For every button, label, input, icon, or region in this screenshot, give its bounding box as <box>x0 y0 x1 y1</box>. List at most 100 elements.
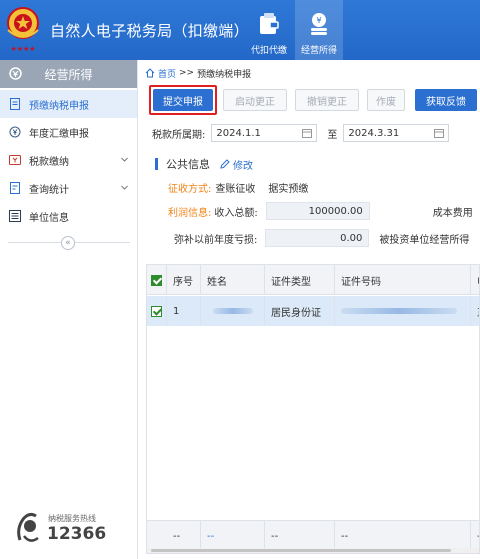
cell-name <box>201 296 265 326</box>
cell-id-type: 居民身份证 <box>265 296 335 326</box>
footer-cell: -- <box>201 521 265 551</box>
table-footer: -- -- -- -- -- <box>147 520 479 551</box>
loss-row: 弥补以前年度亏损: 0.00 被投资单位经营所得 <box>174 229 469 247</box>
column-header: 证件类型 <box>265 265 335 295</box>
collapse-sidebar-button[interactable]: « <box>61 236 75 250</box>
collection-row: 征收方式: 查账征收 据实预缴 <box>168 180 308 195</box>
scrollbar-thumb[interactable] <box>151 549 451 552</box>
chevron-down-icon <box>121 157 128 162</box>
main-content: 首页 >> 预缴纳税申报 提交申报 启动更正 撤销更正 作废 获取反馈 税款所属… <box>139 60 480 559</box>
tax-emblem-logo: ★★★★ <box>7 7 39 53</box>
redacted-id-number <box>341 308 457 314</box>
sidebar-item-label: 预缴纳税申报 <box>29 100 89 112</box>
document-tax-icon <box>10 98 20 110</box>
app-title: 自然人电子税务局（扣缴端） <box>50 22 249 40</box>
cell-id-number <box>335 296 471 326</box>
sidebar-item-prepayment[interactable]: 预缴纳税申报 <box>0 90 137 118</box>
void-button[interactable]: 作废 <box>367 89 405 111</box>
edit-icon <box>220 159 230 169</box>
cancel-correction-button[interactable]: 撤销更正 <box>295 89 359 111</box>
payment-icon <box>9 155 21 165</box>
calendar-icon <box>302 129 313 138</box>
sidebar-item-label: 查询统计 <box>29 184 69 196</box>
business-income-icon <box>9 67 22 80</box>
period-end-value: 2024.3.31 <box>348 127 400 139</box>
period-end-input[interactable]: 2024.3.31 <box>343 124 450 142</box>
sidebar-item-label: 单位信息 <box>29 212 69 224</box>
breadcrumb-home[interactable]: 首页 <box>158 67 176 80</box>
collection-extra: 据实预缴 <box>268 184 309 195</box>
period-label: 税款所属期: <box>152 129 206 141</box>
column-header: 姓名 <box>201 265 265 295</box>
profit-row: 利润信息: 收入总额: 100000.00 成本费用 <box>168 202 473 220</box>
public-info-section: 公共信息 修改 <box>155 156 253 172</box>
cost-label: 成本费用 <box>432 207 473 219</box>
horizontal-scrollbar[interactable] <box>147 548 479 553</box>
topnav-withholding[interactable]: 代扣代缴 <box>245 0 293 60</box>
section-title: 公共信息 <box>166 158 210 171</box>
breadcrumb-current: 预缴纳税申报 <box>197 69 252 80</box>
table-row[interactable]: 1 居民身份证 正 <box>147 296 479 326</box>
wallet-icon <box>260 13 279 34</box>
profit-label: 利润信息: <box>168 207 212 219</box>
cell-seq: 1 <box>167 296 201 326</box>
start-correction-button[interactable]: 启动更正 <box>223 89 287 111</box>
breadcrumb-separator: >> <box>179 68 195 78</box>
footer-cell: -- <box>265 521 335 551</box>
sidebar-title: 经营所得 <box>44 67 93 82</box>
footer-cell: -- <box>471 521 479 551</box>
redacted-name <box>213 308 253 314</box>
select-all-checkbox[interactable] <box>147 265 167 295</box>
cell-extra: 正 <box>471 296 479 326</box>
column-header: 序号 <box>167 265 201 295</box>
row-checkbox[interactable] <box>147 296 167 326</box>
chevron-down-icon <box>121 185 128 190</box>
period-to: 至 <box>327 129 338 141</box>
sidebar-item-label: 税款缴纳 <box>29 156 69 168</box>
topnav-label: 代扣代缴 <box>250 46 287 56</box>
column-header: 申 <box>471 265 479 295</box>
sidebar-item-query[interactable]: 查询统计 <box>0 174 137 202</box>
column-header: 证件号码 <box>335 265 471 295</box>
sidebar: 经营所得 预缴纳税申报 年度汇缴申报 税款缴纳 查询统计 单位信息 « 纳税服务… <box>0 60 138 559</box>
coins-icon: ¥ <box>311 13 327 35</box>
sidebar-divider: « <box>8 236 130 250</box>
collection-value: 查账征收 <box>215 184 256 195</box>
svg-text:★★★★: ★★★★ <box>10 45 35 53</box>
invested-label: 被投资单位经营所得 <box>379 234 470 246</box>
get-feedback-button[interactable]: 获取反馈 <box>415 89 477 111</box>
period-start-input[interactable]: 2024.1.1 <box>211 124 318 142</box>
hotline-number: 12366 <box>47 524 107 544</box>
service-hotline: 纳税服务热线 12366 <box>14 510 124 546</box>
loss-value-field[interactable]: 0.00 <box>265 229 370 247</box>
report-query-icon <box>10 182 20 194</box>
income-value-field[interactable]: 100000.00 <box>265 202 370 220</box>
sidebar-item-unit-info[interactable]: 单位信息 <box>0 202 137 230</box>
period-start-value: 2024.1.1 <box>216 127 261 139</box>
headset-icon <box>17 512 39 542</box>
toolbar: 提交申报 启动更正 撤销更正 作废 获取反馈 <box>139 85 480 115</box>
footer-cell: -- <box>167 521 201 551</box>
sidebar-header: 经营所得 <box>0 60 137 88</box>
tax-period: 税款所属期: 2024.1.1 至 2024.3.31 <box>152 124 450 142</box>
sidebar-item-payment[interactable]: 税款缴纳 <box>0 146 137 174</box>
sidebar-item-annual[interactable]: 年度汇缴申报 <box>0 118 137 146</box>
home-icon <box>145 68 155 78</box>
calendar-icon <box>434 129 445 138</box>
section-marker <box>155 158 158 170</box>
topnav-business-income[interactable]: ¥ 经营所得 <box>295 0 343 60</box>
checkbox <box>151 274 162 286</box>
sidebar-item-label: 年度汇缴申报 <box>29 128 89 140</box>
submit-button[interactable]: 提交申报 <box>153 89 213 111</box>
collection-label: 征收方式: <box>168 184 212 195</box>
hotline-label: 纳税服务热线 <box>48 514 96 523</box>
app-header: ★★★★ 自然人电子税务局（扣缴端） 代扣代缴 ¥ 经营所得 <box>0 0 480 60</box>
loss-label: 弥补以前年度亏损: <box>174 234 258 246</box>
table-header: 序号 姓名 证件类型 证件号码 申 <box>147 265 479 295</box>
edit-link[interactable]: 修改 <box>220 157 253 172</box>
checkbox <box>151 305 162 317</box>
detail-table: 序号 姓名 证件类型 证件号码 申 1 居民身份证 正 -- -- -- -- … <box>146 264 480 554</box>
topnav-label: 经营所得 <box>300 46 337 56</box>
breadcrumb: 首页 >> 预缴纳税申报 <box>139 60 480 86</box>
yen-circle-icon <box>9 126 21 138</box>
